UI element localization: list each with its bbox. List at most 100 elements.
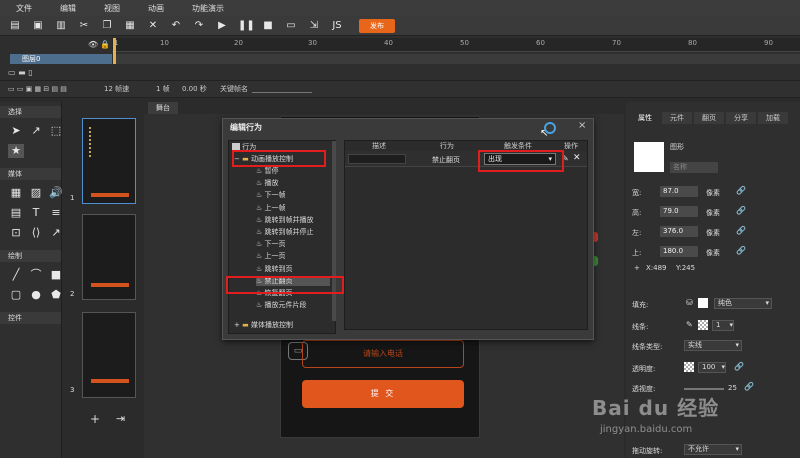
mask-icon[interactable]: ★ xyxy=(8,144,24,158)
tree-item[interactable]: ♨ 跳转到页 xyxy=(256,264,293,274)
chart-icon[interactable]: ↗ xyxy=(48,226,64,240)
rect-icon[interactable]: ■ xyxy=(48,268,64,282)
stroke-type-select[interactable]: 实线 ▾ xyxy=(684,340,742,351)
tab-properties[interactable]: 属性 xyxy=(630,112,660,124)
tab-share[interactable]: 分享 xyxy=(726,112,756,124)
page-thumbnail[interactable] xyxy=(82,214,136,300)
pen-icon[interactable]: ✎ xyxy=(686,320,693,329)
lock-icon[interactable]: 🔒 xyxy=(100,40,110,49)
publish-button[interactable]: 发布 xyxy=(359,18,395,33)
line-icon[interactable]: ╱ xyxy=(8,268,24,282)
draw-section-header[interactable]: 绘制 xyxy=(0,250,61,262)
cut-icon[interactable]: ✂ xyxy=(77,20,91,32)
close-icon[interactable]: × xyxy=(578,120,586,131)
frame-icon[interactable]: ⊡ xyxy=(8,226,24,240)
paint-bucket-icon[interactable]: ⛁ xyxy=(686,298,693,307)
tree-item[interactable]: ♨ 上一帧 xyxy=(256,203,286,213)
tab-loading[interactable]: 加载 xyxy=(758,112,788,124)
playhead[interactable] xyxy=(113,38,116,64)
tree-item[interactable]: ♨ 暂停 xyxy=(256,166,279,176)
tree-item[interactable]: ♨ 下一页 xyxy=(256,239,286,249)
link-icon[interactable]: 🔗 xyxy=(736,206,746,215)
image-icon[interactable]: ▨ xyxy=(28,186,44,200)
link-icon[interactable]: 🔗 xyxy=(744,382,754,391)
tab-components[interactable]: 元件 xyxy=(662,112,692,124)
top-field[interactable]: 180.0 xyxy=(660,246,698,257)
delete-row-icon[interactable]: ✕ xyxy=(573,153,581,163)
stroke-width-select[interactable]: 1 ▾ xyxy=(712,320,734,331)
phone-input[interactable]: 请输入电话 xyxy=(302,340,464,368)
submit-button[interactable]: 提 交 xyxy=(302,380,464,408)
tree-item[interactable]: ♨ 跳转到帧并停止 xyxy=(256,227,314,237)
link-icon[interactable]: 🔗 xyxy=(734,362,744,371)
tree-scrollbar[interactable] xyxy=(332,141,336,321)
code-icon[interactable]: ⟨⟩ xyxy=(28,226,44,240)
save-icon[interactable]: ▥ xyxy=(54,20,68,32)
paste-icon[interactable]: ▦ xyxy=(123,20,137,32)
stroke-color-swatch[interactable] xyxy=(698,320,708,330)
redo-icon[interactable]: ↷ xyxy=(192,20,206,32)
tree-item[interactable]: ♨ 播放 xyxy=(256,178,279,188)
arrow-select-icon[interactable]: ➤ xyxy=(8,124,24,138)
expand-icon[interactable]: + xyxy=(234,321,240,329)
tree-item[interactable]: ♨ 跳转到帧并播放 xyxy=(256,215,314,225)
desc-input[interactable] xyxy=(348,154,406,164)
copy-icon[interactable]: ❐ xyxy=(100,20,114,32)
node-select-icon[interactable]: ↗ xyxy=(28,124,44,138)
link-icon[interactable]: 🔗 xyxy=(736,246,746,255)
media-section-header[interactable]: 媒体 xyxy=(0,168,61,180)
rounded-rect-icon[interactable]: ▢ xyxy=(8,288,24,302)
import-page-icon[interactable]: ⇥ xyxy=(116,412,125,425)
link-icon[interactable]: 🔗 xyxy=(736,186,746,195)
video-icon[interactable]: ▦ xyxy=(8,186,24,200)
tree-item[interactable]: ♨ 播放元件片段 xyxy=(256,300,307,310)
perspective-slider[interactable] xyxy=(684,388,724,390)
name-input[interactable]: 名称 xyxy=(670,162,718,173)
tab-pages[interactable]: 翻页 xyxy=(694,112,724,124)
menu-file[interactable]: 文件 xyxy=(16,3,60,14)
open-icon[interactable]: ▣ xyxy=(31,20,45,32)
menu-animation[interactable]: 动画 xyxy=(148,3,192,14)
opacity-select[interactable]: 100 ▾ xyxy=(698,362,726,373)
rotate-select[interactable]: 不允许 ▾ xyxy=(684,444,742,455)
timeline-tools[interactable]: ▭ ▭ ▣ ▦ ⊟ ▤ ▤ xyxy=(8,85,104,93)
control-section-header[interactable]: 控件 xyxy=(0,312,61,324)
undo-icon[interactable]: ↶ xyxy=(169,20,183,32)
text-icon[interactable]: T xyxy=(28,206,44,220)
tree-item[interactable]: ♨ 上一页 xyxy=(256,251,286,261)
fill-type-select[interactable]: 纯色 ▾ xyxy=(714,298,772,309)
visibility-icon[interactable]: 👁 xyxy=(88,40,98,49)
width-field[interactable]: 87.0 xyxy=(660,186,698,197)
polygon-icon[interactable]: ⬟ xyxy=(48,288,64,302)
left-field[interactable]: 376.0 xyxy=(660,226,698,237)
timeline-ruler[interactable]: 1 10 20 30 40 50 60 70 80 90 xyxy=(112,38,800,52)
layer-item[interactable]: 图层0 xyxy=(10,54,112,64)
play-icon[interactable]: ▶ xyxy=(215,20,229,32)
curve-icon[interactable]: ⌒ xyxy=(28,268,44,282)
add-layer-icon[interactable]: ▭ ▬ ▯ xyxy=(8,68,33,77)
paragraph-icon[interactable]: ≡ xyxy=(48,206,64,220)
height-field[interactable]: 79.0 xyxy=(660,206,698,217)
fill-color-swatch[interactable] xyxy=(698,298,708,308)
export-icon[interactable]: ⇲ xyxy=(307,20,321,32)
js-icon[interactable]: JS xyxy=(330,20,344,32)
page-thumbnail[interactable] xyxy=(82,312,136,398)
circle-icon[interactable]: ● xyxy=(28,288,44,302)
keyframe-input[interactable] xyxy=(252,85,312,93)
page-thumbnail[interactable] xyxy=(82,118,136,204)
menu-view[interactable]: 视图 xyxy=(104,3,148,14)
slideshow-icon[interactable]: ▤ xyxy=(8,206,24,220)
new-icon[interactable]: ▤ xyxy=(8,20,22,32)
layer-track[interactable] xyxy=(114,54,800,64)
stop-icon[interactable]: ■ xyxy=(261,20,275,32)
transform-icon[interactable]: ⬚ xyxy=(48,124,64,138)
menu-demo[interactable]: 功能演示 xyxy=(192,3,236,14)
menu-edit[interactable]: 编辑 xyxy=(60,3,104,14)
link-icon[interactable]: 🔗 xyxy=(736,226,746,235)
tree-item[interactable]: ♨ 下一帧 xyxy=(256,190,286,200)
tree-media-control[interactable]: + ▬ 媒体播放控制 xyxy=(234,320,293,330)
preview-icon[interactable]: ▭ xyxy=(284,20,298,32)
tab-stage[interactable]: 舞台 xyxy=(148,102,178,114)
audio-icon[interactable]: 🔊 xyxy=(48,186,64,200)
select-section-header[interactable]: 选择 xyxy=(0,106,61,118)
